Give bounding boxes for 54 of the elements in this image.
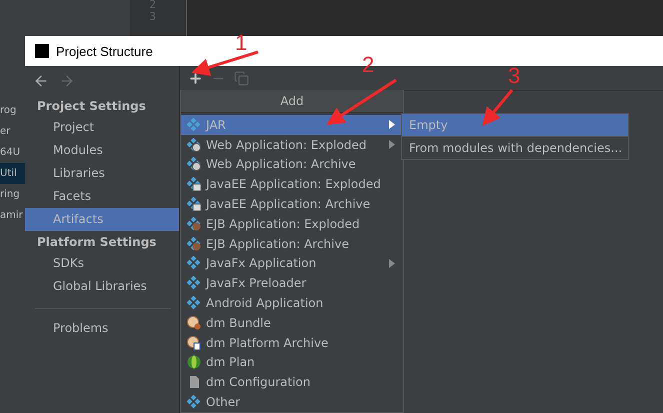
window-title: Project Structure [56, 44, 153, 58]
section-title: Project Settings [36, 98, 147, 115]
tree-item-fragment: rog [0, 104, 18, 118]
annotation-number: 3 [508, 65, 520, 87]
sidebar-item[interactable]: Global Libraries [25, 275, 179, 298]
sidebar-item[interactable]: Problems [25, 317, 179, 340]
annotation-arrow [482, 89, 514, 126]
menu-item[interactable]: dm Configuration [181, 372, 403, 392]
section-title: Platform Settings [36, 234, 158, 251]
menu-item[interactable]: dm Bundle [181, 312, 403, 333]
tree-item-fragment: 64U [0, 146, 22, 160]
sidebar-item[interactable]: Project [25, 116, 179, 139]
menu-item[interactable]: Android Application [181, 293, 403, 313]
menu-item[interactable]: Web Application: Exploded [181, 134, 403, 155]
menu-item[interactable]: Web Application: Archive [181, 154, 403, 174]
artifact-icon [187, 118, 201, 132]
menu-item[interactable]: dm Platform Archive [181, 332, 403, 353]
menu-item[interactable]: JavaEE Application: Exploded [181, 174, 403, 194]
tree-item-fragment: amir [0, 209, 24, 223]
sidebar-item[interactable]: Libraries [25, 162, 179, 185]
menu-item[interactable]: From modules with dependencies... [402, 137, 628, 159]
artifact-icon [187, 296, 201, 310]
tree-item-fragment: Util [0, 163, 25, 184]
sidebar-item[interactable]: Modules [25, 139, 179, 162]
globe-icon [187, 355, 201, 370]
web-artifact-icon [187, 138, 201, 152]
javaee-artifact-icon [187, 177, 201, 192]
annotation-arrow [191, 50, 258, 76]
sidebar-item[interactable]: SDKs [25, 252, 179, 275]
add-icon[interactable] [188, 70, 203, 86]
sidebar-item[interactable]: Facets [25, 185, 179, 208]
menu-item[interactable]: dm Plan [181, 352, 403, 372]
platform-archive-icon [187, 336, 201, 350]
document-icon [187, 375, 201, 390]
menu-item[interactable]: Other [181, 392, 403, 412]
javaee-artifact-icon [187, 197, 201, 212]
bundle-icon [187, 316, 201, 330]
menu-item[interactable]: EJB Application: Archive [181, 234, 403, 254]
app-logo-icon [35, 44, 49, 58]
tree-item-fragment: ring [0, 188, 21, 202]
artifact-icon [187, 395, 201, 410]
menu-item[interactable]: JavaFx Application [181, 254, 403, 274]
artifact-icon [187, 256, 201, 270]
popup-title: Add [181, 90, 403, 113]
ejb-artifact-icon [187, 236, 201, 251]
menu-item[interactable]: EJB Application: Exploded [181, 214, 403, 234]
ejb-artifact-icon [187, 216, 201, 231]
annotation-number: 1 [235, 32, 248, 54]
menu-item[interactable]: JavaFx Preloader [181, 273, 403, 294]
tree-item-fragment: er [0, 125, 12, 139]
artifact-icon [187, 276, 201, 290]
annotation-arrow [326, 78, 397, 125]
menu-item[interactable]: JavaEE Application: Archive [181, 194, 403, 214]
web-artifact-icon [187, 157, 201, 172]
